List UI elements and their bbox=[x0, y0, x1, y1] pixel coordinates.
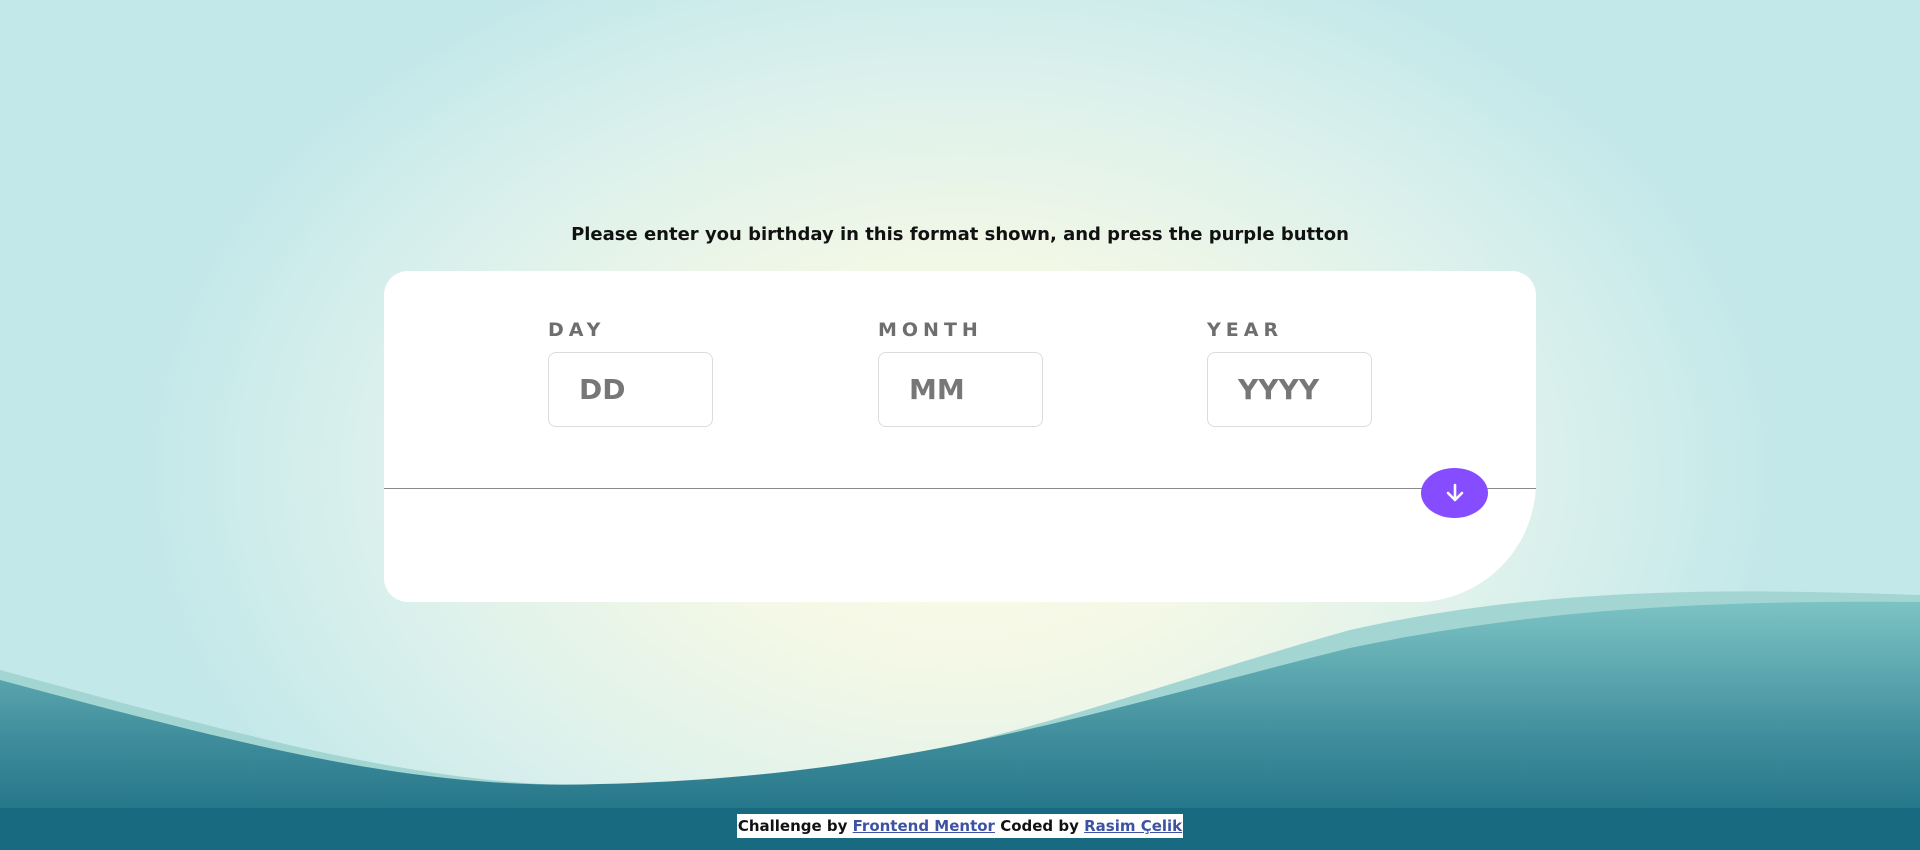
footer: Challenge by Frontend Mentor Coded by Ra… bbox=[0, 814, 1920, 838]
form-divider bbox=[384, 488, 1536, 489]
year-input[interactable] bbox=[1207, 352, 1372, 427]
day-field: DAY bbox=[548, 319, 713, 427]
month-field: MONTH bbox=[878, 319, 1043, 427]
month-label: MONTH bbox=[878, 319, 983, 341]
author-link[interactable]: Rasim Çelik bbox=[1084, 817, 1182, 835]
arrow-down-icon bbox=[1446, 483, 1463, 502]
instruction-text: Please enter you birthday in this format… bbox=[571, 224, 1349, 245]
birthday-form-card: DAY MONTH YEAR bbox=[384, 271, 1536, 602]
attribution: Challenge by Frontend Mentor Coded by Ra… bbox=[736, 814, 1184, 838]
frontend-mentor-link[interactable]: Frontend Mentor bbox=[853, 817, 995, 835]
day-label: DAY bbox=[548, 319, 606, 341]
year-field: YEAR bbox=[1207, 319, 1372, 427]
year-label: YEAR bbox=[1207, 319, 1284, 341]
challenge-prefix: Challenge by bbox=[737, 817, 848, 835]
background-waves bbox=[0, 591, 1920, 850]
day-input[interactable] bbox=[548, 352, 713, 427]
submit-button[interactable] bbox=[1421, 468, 1488, 518]
month-input[interactable] bbox=[878, 352, 1043, 427]
coded-prefix: Coded by bbox=[1000, 817, 1079, 835]
